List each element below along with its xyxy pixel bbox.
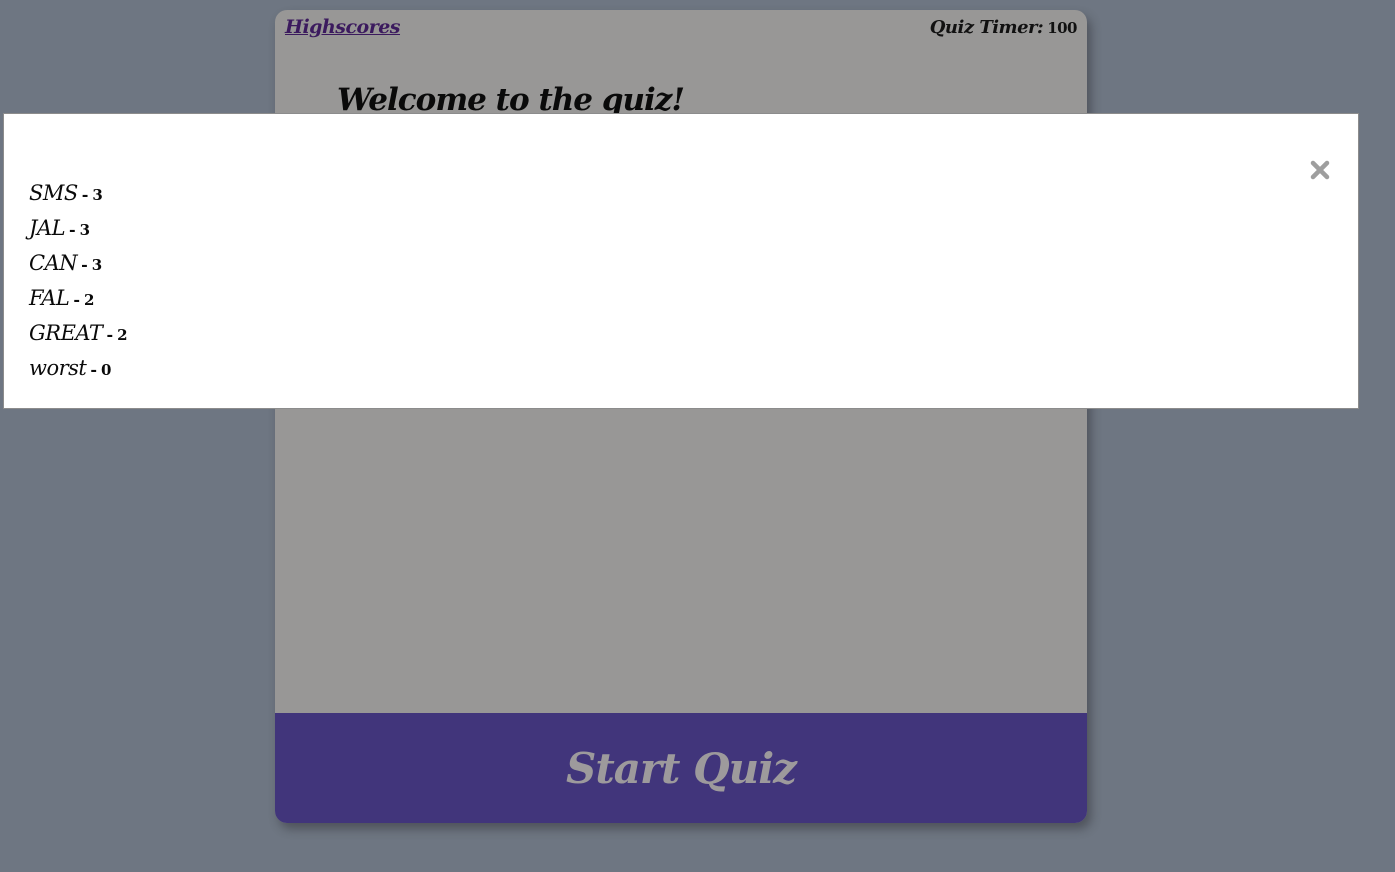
quiz-timer: Quiz Timer: 100 [929,17,1078,38]
score-name: FAL [29,286,70,310]
score-value: 2 [117,326,128,344]
score-name: worst [29,356,87,380]
score-value: 0 [101,361,112,379]
score-separator: - [73,290,80,309]
score-name: SMS [29,181,78,205]
close-button[interactable] [1306,156,1334,184]
score-item: CAN -3 [29,246,128,281]
score-item: FAL -2 [29,281,128,316]
score-item: JAL -3 [29,211,128,246]
highscores-link[interactable]: Highscores [285,16,401,38]
start-quiz-label: Start Quiz [565,743,797,793]
score-name: JAL [29,216,66,240]
timer-label: Quiz Timer: [929,17,1044,38]
highscores-list: SMS -3 JAL -3 CAN -3 FAL -2 GREAT -2 worst -0 [29,176,128,386]
score-name: CAN [29,251,78,275]
highscores-modal: SMS -3 JAL -3 CAN -3 FAL -2 GREAT -2 worst -0 [3,113,1359,409]
score-value: 3 [79,221,91,239]
score-value: 3 [91,256,103,274]
score-separator: - [69,220,76,239]
score-separator: - [106,325,114,344]
score-item: GREAT -2 [29,316,128,351]
score-value: 3 [92,186,103,204]
timer-value: 100 [1047,19,1077,37]
card-header: Highscores Quiz Timer: 100 [275,10,1087,50]
start-quiz-button[interactable]: Start Quiz [275,713,1087,823]
score-value: 2 [84,291,95,309]
score-separator: - [81,255,88,274]
score-separator: - [81,185,89,204]
close-icon [1310,160,1330,180]
score-name: GREAT [29,321,103,345]
score-item: SMS -3 [29,176,128,211]
score-item: worst -0 [29,351,128,386]
score-separator: - [90,360,98,379]
